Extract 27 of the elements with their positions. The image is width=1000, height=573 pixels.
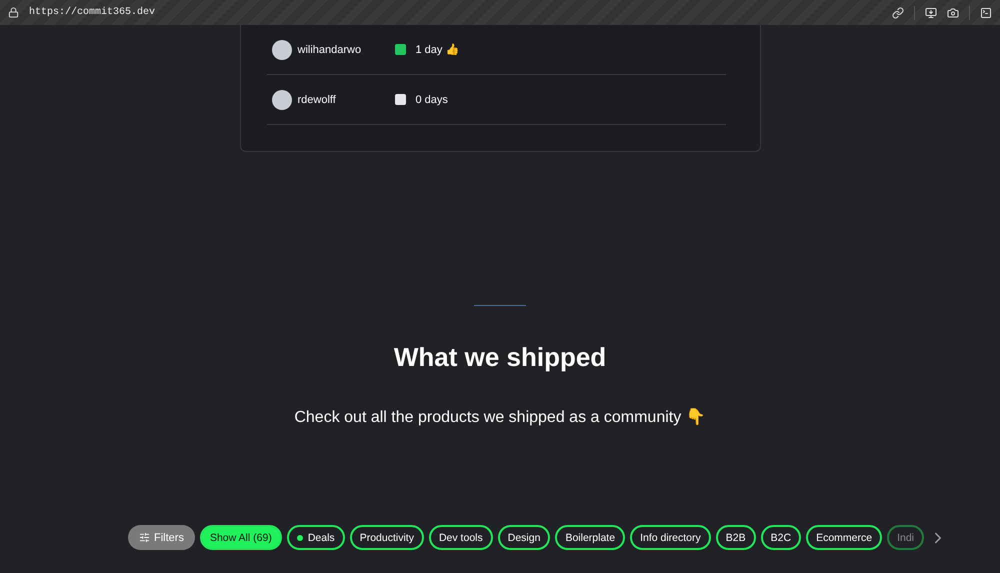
- screen-capture-icon[interactable]: [925, 6, 937, 18]
- category-chip[interactable]: Deals: [286, 525, 345, 550]
- sliders-icon: [139, 532, 150, 543]
- camera-icon[interactable]: [947, 6, 959, 18]
- streak-text: 1 day 👍: [416, 43, 460, 56]
- link-icon[interactable]: [892, 6, 904, 18]
- category-chip[interactable]: B2B: [716, 525, 756, 550]
- filters-button[interactable]: Filters: [128, 525, 195, 550]
- lock-icon: [8, 7, 19, 18]
- section-subtitle: Check out all the products we shipped as a community 👇: [294, 407, 706, 427]
- category-chip[interactable]: Show All (69): [200, 525, 282, 550]
- avatar: [272, 90, 292, 110]
- avatar: [272, 40, 292, 60]
- category-chip[interactable]: Dev tools: [428, 525, 493, 550]
- terminal-icon[interactable]: [980, 6, 992, 18]
- url-text: https://commit365.dev: [29, 7, 156, 18]
- category-chip[interactable]: B2C: [760, 525, 802, 550]
- category-chip[interactable]: Indi: [887, 525, 924, 550]
- streak-text: 0 days: [416, 94, 448, 106]
- category-chip[interactable]: Ecommerce: [806, 525, 882, 550]
- category-chip[interactable]: Info directory: [630, 525, 711, 550]
- category-chip[interactable]: Design: [498, 525, 550, 550]
- category-chip[interactable]: Boilerplate: [555, 525, 626, 550]
- category-chip[interactable]: Productivity: [350, 525, 424, 550]
- username: rdewolff: [298, 94, 337, 106]
- username: wilihandarwo: [298, 44, 362, 56]
- section-title: What we shipped: [394, 342, 606, 373]
